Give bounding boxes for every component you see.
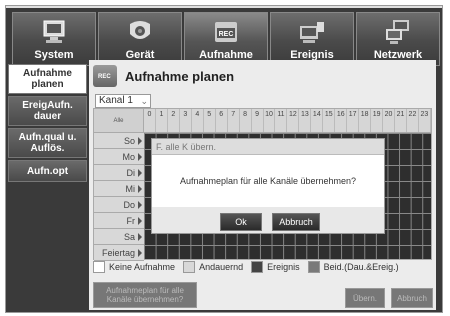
apply-button[interactable]: Übern.: [345, 288, 385, 308]
tab-device[interactable]: Gerät: [98, 12, 182, 66]
panel-icon-label: REC: [98, 74, 111, 80]
day-label[interactable]: Feiertag: [94, 245, 144, 261]
side-item-schedule[interactable]: Aufnahme planen: [8, 64, 87, 94]
page-title: Aufnahme planen: [125, 68, 235, 84]
legend-swatch-event: [251, 261, 264, 273]
tab-event[interactable]: Ereignis: [270, 12, 354, 66]
bottom-cancel-button[interactable]: Abbruch: [391, 288, 433, 308]
day-label[interactable]: So: [94, 133, 144, 149]
confirm-dialog: F. alle K übern. Aufnahmeplan für alle K…: [151, 138, 385, 234]
channel-select[interactable]: Kanal 1 ⌄: [95, 94, 151, 108]
hour-label[interactable]: 12: [287, 109, 300, 132]
hour-label[interactable]: 13: [299, 109, 312, 132]
hour-label[interactable]: 9: [252, 109, 264, 132]
hour-label[interactable]: 1: [156, 109, 168, 132]
rec-icon: REC: [93, 65, 117, 87]
hour-label[interactable]: 22: [407, 109, 419, 132]
tab-system[interactable]: System: [12, 12, 96, 66]
side-item-options[interactable]: Aufn.opt: [8, 160, 87, 182]
hour-label[interactable]: 15: [323, 109, 336, 132]
hour-label[interactable]: 21: [395, 109, 407, 132]
main-menu: System Gerät REC Aufnahme Ereignis Netzw…: [12, 12, 440, 66]
channel-select-value: Kanal 1: [99, 95, 133, 106]
window-topbar: [6, 6, 442, 8]
hour-label[interactable]: 6: [216, 109, 228, 132]
tab-recording[interactable]: REC Aufnahme: [184, 12, 268, 66]
event-icon: [300, 22, 324, 43]
svg-text:REC: REC: [219, 31, 234, 38]
dialog-message: Aufnahmeplan für alle Kanäle übernehmen?: [152, 155, 384, 207]
network-icon: [386, 20, 409, 44]
legend-label-event: Ereignis: [267, 262, 300, 272]
hour-label[interactable]: 5: [204, 109, 216, 132]
hour-label[interactable]: 16: [335, 109, 348, 132]
hour-label[interactable]: 7: [228, 109, 240, 132]
hour-label[interactable]: 8: [240, 109, 252, 132]
main-panel: REC Aufnahme planen Kanal 1 ⌄ Alle 01234…: [89, 60, 436, 310]
apply-all-channels-button[interactable]: Aufnahmeplan für alle Kanäle übernehmen?: [93, 282, 197, 308]
hour-label[interactable]: 4: [192, 109, 204, 132]
hour-header: 0 1 2 3 4 5 6 7 8 9 10 11 12 13 14 15 16 17 18 19 20 21 22 23: [144, 109, 431, 133]
cancel-button[interactable]: Abbruch: [272, 213, 320, 231]
hour-label[interactable]: 11: [275, 109, 288, 132]
day-label[interactable]: Mi: [94, 181, 144, 197]
hour-label[interactable]: 19: [371, 109, 384, 132]
legend: Keine Aufnahme Andauernd Ereignis Beid.(…: [93, 260, 399, 274]
ok-button[interactable]: Ok: [220, 213, 262, 231]
day-column: So Mo Di Mi Do Fr Sa Feiertag: [94, 133, 144, 261]
select-all-header[interactable]: Alle: [94, 109, 144, 133]
hour-label[interactable]: 14: [311, 109, 324, 132]
rec-icon: REC: [215, 22, 237, 42]
hour-label[interactable]: 10: [264, 109, 276, 132]
monitor-icon: [43, 20, 65, 43]
day-label[interactable]: Sa: [94, 229, 144, 245]
camera-icon: [130, 21, 150, 39]
hour-label[interactable]: 3: [180, 109, 192, 132]
dialog-title: F. alle K übern.: [152, 139, 384, 155]
hour-label[interactable]: 23: [419, 109, 431, 132]
hour-label[interactable]: 20: [383, 109, 396, 132]
legend-swatch-both: [307, 261, 320, 273]
day-label[interactable]: Di: [94, 165, 144, 181]
legend-swatch-continuous: [183, 261, 196, 273]
legend-label-both: Beid.(Dau.&Ereig.): [323, 262, 399, 272]
chevron-down-icon: ⌄: [140, 96, 148, 106]
side-item-event-duration[interactable]: EreigAufn. dauer: [8, 96, 87, 126]
day-label[interactable]: Fr: [94, 213, 144, 229]
hour-label[interactable]: 0: [144, 109, 156, 132]
panel-header: REC Aufnahme planen: [93, 64, 234, 88]
day-label[interactable]: Mo: [94, 149, 144, 165]
day-label[interactable]: Do: [94, 197, 144, 213]
legend-swatch-none: [93, 261, 105, 273]
tab-network[interactable]: Netzwerk: [356, 12, 440, 66]
hour-label[interactable]: 2: [168, 109, 180, 132]
side-item-quality[interactable]: Aufn.qual u. Auflös.: [8, 128, 87, 158]
legend-label-none: Keine Aufnahme: [109, 262, 176, 272]
side-menu: Aufnahme planen EreigAufn. dauer Aufn.qu…: [8, 64, 87, 302]
legend-label-continuous: Andauernd: [199, 262, 244, 272]
tab-system-label: System: [34, 49, 74, 61]
hour-label[interactable]: 17: [347, 109, 360, 132]
hour-label[interactable]: 18: [359, 109, 372, 132]
